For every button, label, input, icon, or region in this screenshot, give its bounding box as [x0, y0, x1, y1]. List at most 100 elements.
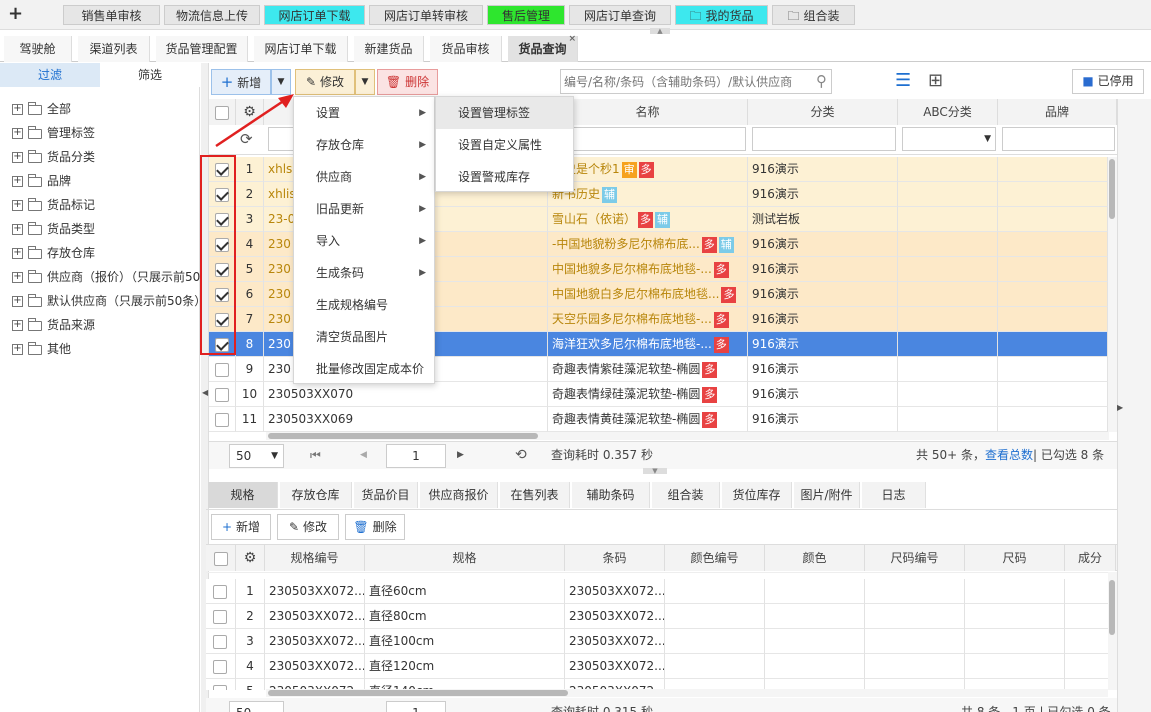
tree-item[interactable]: + 供应商（报价）（只展示前50条） — [12, 267, 224, 287]
spec-horizontal-scrollbar[interactable] — [266, 689, 1108, 697]
category-filter-input[interactable] — [752, 127, 896, 151]
menu-item[interactable]: 生成条码 ▶ — [294, 257, 434, 289]
spec-page-size-select[interactable]: 50 — [229, 701, 284, 712]
show-disabled-toggle[interactable]: ■ 已停用 — [1072, 69, 1144, 94]
menu-item[interactable]: 批量修改固定成本价 — [294, 353, 434, 385]
menu-item[interactable]: 设置 ▶ — [294, 97, 434, 129]
row-checkbox[interactable] — [215, 387, 229, 402]
menu-item[interactable]: 导入 ▶ — [294, 225, 434, 257]
detail-tab[interactable]: 存放仓库 — [280, 482, 352, 508]
refresh-icon[interactable]: ⟲ — [515, 444, 531, 468]
spec-column-settings-icon[interactable]: ⚙ — [236, 545, 265, 571]
tree-item[interactable]: + 货品来源 — [12, 315, 95, 335]
tab-select[interactable]: 筛选 — [100, 63, 200, 87]
spec-add-button[interactable]: + 新增 — [211, 514, 271, 540]
expand-icon[interactable]: + — [12, 200, 23, 211]
detail-tab[interactable]: 货位库存 — [722, 482, 792, 508]
menu-item[interactable]: 供应商 ▶ — [294, 161, 434, 193]
tab-goods-config[interactable]: 货品管理配置 — [156, 36, 248, 62]
spec-edit-button[interactable]: ✎ 修改 — [277, 514, 339, 540]
spec-header-cell[interactable]: 颜色编号 — [665, 545, 765, 571]
tree-item[interactable]: + 货品类型 — [12, 219, 95, 239]
row-checkbox[interactable] — [215, 412, 229, 427]
table-row[interactable]: 1 230503XX072... 直径60cm 230503XX072... — [206, 579, 1108, 604]
detail-tab[interactable]: 规格 — [208, 482, 278, 508]
expand-icon[interactable]: + — [12, 224, 23, 235]
table-row[interactable]: 4 230503XX072... 直径120cm 230503XX072... — [206, 654, 1108, 679]
spec-header-cell[interactable]: 尺码 — [965, 545, 1065, 571]
expand-icon[interactable]: + — [12, 104, 23, 115]
tab-goods-review[interactable]: 货品审核 — [430, 36, 502, 62]
first-page-icon[interactable]: ⏮ — [310, 444, 324, 468]
close-icon[interactable]: × — [568, 34, 576, 44]
expand-icon[interactable]: + — [12, 152, 23, 163]
shortcut-order-query[interactable]: 网店订单查询 — [569, 5, 671, 25]
row-checkbox[interactable] — [213, 684, 227, 690]
abc-filter-select[interactable]: ▼ — [902, 127, 996, 151]
header-brand[interactable]: 品牌 — [998, 99, 1117, 125]
menu-item[interactable]: 生成规格编号 — [294, 289, 434, 321]
grid-view-icon[interactable]: ⊞ — [928, 70, 952, 92]
expand-icon[interactable]: + — [12, 296, 23, 307]
detail-tab[interactable]: 辅助条码 — [572, 482, 650, 508]
shortcut-order-download[interactable]: 网店订单下载 — [264, 5, 365, 25]
table-row[interactable]: 10 230503XX070 奇趣表情绿硅藻泥软垫-椭圆多 916演示 — [209, 382, 1108, 407]
search-icon[interactable]: ⚲ — [816, 72, 827, 90]
tree-item[interactable]: + 其他 — [12, 339, 71, 359]
header-abc[interactable]: ABC分类 — [898, 99, 998, 125]
menu-item[interactable]: 存放仓库 ▶ — [294, 129, 434, 161]
submenu-item[interactable]: 设置管理标签 — [436, 97, 573, 129]
brand-filter-input[interactable] — [1002, 127, 1115, 151]
tab-cockpit[interactable]: 驾驶舱 — [4, 36, 72, 62]
detail-tab[interactable]: 组合装 — [652, 482, 720, 508]
tree-item[interactable]: + 货品分类 — [12, 147, 95, 167]
grid-horizontal-scrollbar[interactable] — [266, 432, 1109, 440]
prev-page-icon[interactable]: ◀ — [360, 444, 372, 468]
list-view-icon[interactable]: ☰ — [895, 70, 919, 92]
tab-goods-query[interactable]: 货品查询 × — [508, 34, 578, 62]
spec-header-cell[interactable]: 颜色 — [765, 545, 865, 571]
row-checkbox[interactable] — [213, 609, 227, 624]
grid-vertical-scrollbar[interactable] — [1108, 157, 1117, 432]
expand-icon[interactable]: + — [12, 128, 23, 139]
expand-icon[interactable]: + — [12, 344, 23, 355]
collapse-top-handle[interactable]: ▲ — [650, 28, 670, 35]
tab-order-download[interactable]: 网店订单下载 — [254, 36, 348, 62]
shortcut-after-sales[interactable]: 售后管理 — [487, 5, 565, 25]
spec-select-all-checkbox[interactable] — [213, 551, 228, 566]
delete-button[interactable]: 🗑 删除 — [377, 69, 438, 95]
row-checkbox[interactable] — [215, 362, 229, 377]
page-number-input[interactable]: 1 — [386, 444, 446, 468]
tab-filter[interactable]: 过滤 — [0, 63, 100, 87]
shortcut-logistics-upload[interactable]: 物流信息上传 — [164, 5, 260, 25]
table-row[interactable]: 3 230503XX072... 直径100cm 230503XX072... — [206, 629, 1108, 654]
shortcut-order-to-review[interactable]: 网店订单转审核 — [369, 5, 483, 25]
submenu-item[interactable]: 设置自定义属性 — [436, 129, 573, 161]
shortcut-sales-review[interactable]: 销售单审核 — [63, 5, 160, 25]
tab-new-goods[interactable]: 新建货品 — [354, 36, 424, 62]
tree-item[interactable]: + 默认供应商（只展示前50条） — [12, 291, 206, 311]
search-input[interactable] — [564, 72, 804, 92]
tree-item[interactable]: + 全部 — [12, 99, 71, 119]
spec-header-cell[interactable]: 规格编号 — [265, 545, 365, 571]
detail-tab[interactable]: 货品价目 — [354, 482, 418, 508]
edit-dropdown-arrow[interactable]: ▼ — [355, 69, 375, 95]
table-row[interactable]: 11 230503XX069 奇趣表情黄硅藻泥软垫-椭圆多 916演示 — [209, 407, 1108, 432]
spec-delete-button[interactable]: 🗑 删除 — [345, 514, 405, 540]
shortcut-my-goods[interactable]: 🗀 我的货品 — [675, 5, 768, 25]
menu-item[interactable]: 清空货品图片 — [294, 321, 434, 353]
tree-item[interactable]: + 存放仓库 — [12, 243, 95, 263]
expand-icon[interactable]: + — [12, 176, 23, 187]
edit-button[interactable]: ✎ 修改 — [295, 69, 355, 95]
row-checkbox[interactable] — [213, 659, 227, 674]
collapse-right-handle[interactable]: ▶ — [1117, 400, 1125, 416]
spec-vertical-scrollbar[interactable] — [1108, 572, 1117, 690]
shortcut-bundle[interactable]: 🗀 组合装 — [772, 5, 855, 25]
detail-tab[interactable]: 供应商报价 — [420, 482, 498, 508]
spec-header-cell[interactable]: 成分 — [1065, 545, 1116, 571]
tree-item[interactable]: + 货品标记 — [12, 195, 95, 215]
table-row[interactable]: 2 230503XX072... 直径80cm 230503XX072... — [206, 604, 1108, 629]
expand-icon[interactable]: + — [12, 320, 23, 331]
spec-header-cell[interactable]: 尺码编号 — [865, 545, 965, 571]
spec-page-number-input[interactable]: 1 — [386, 701, 446, 712]
